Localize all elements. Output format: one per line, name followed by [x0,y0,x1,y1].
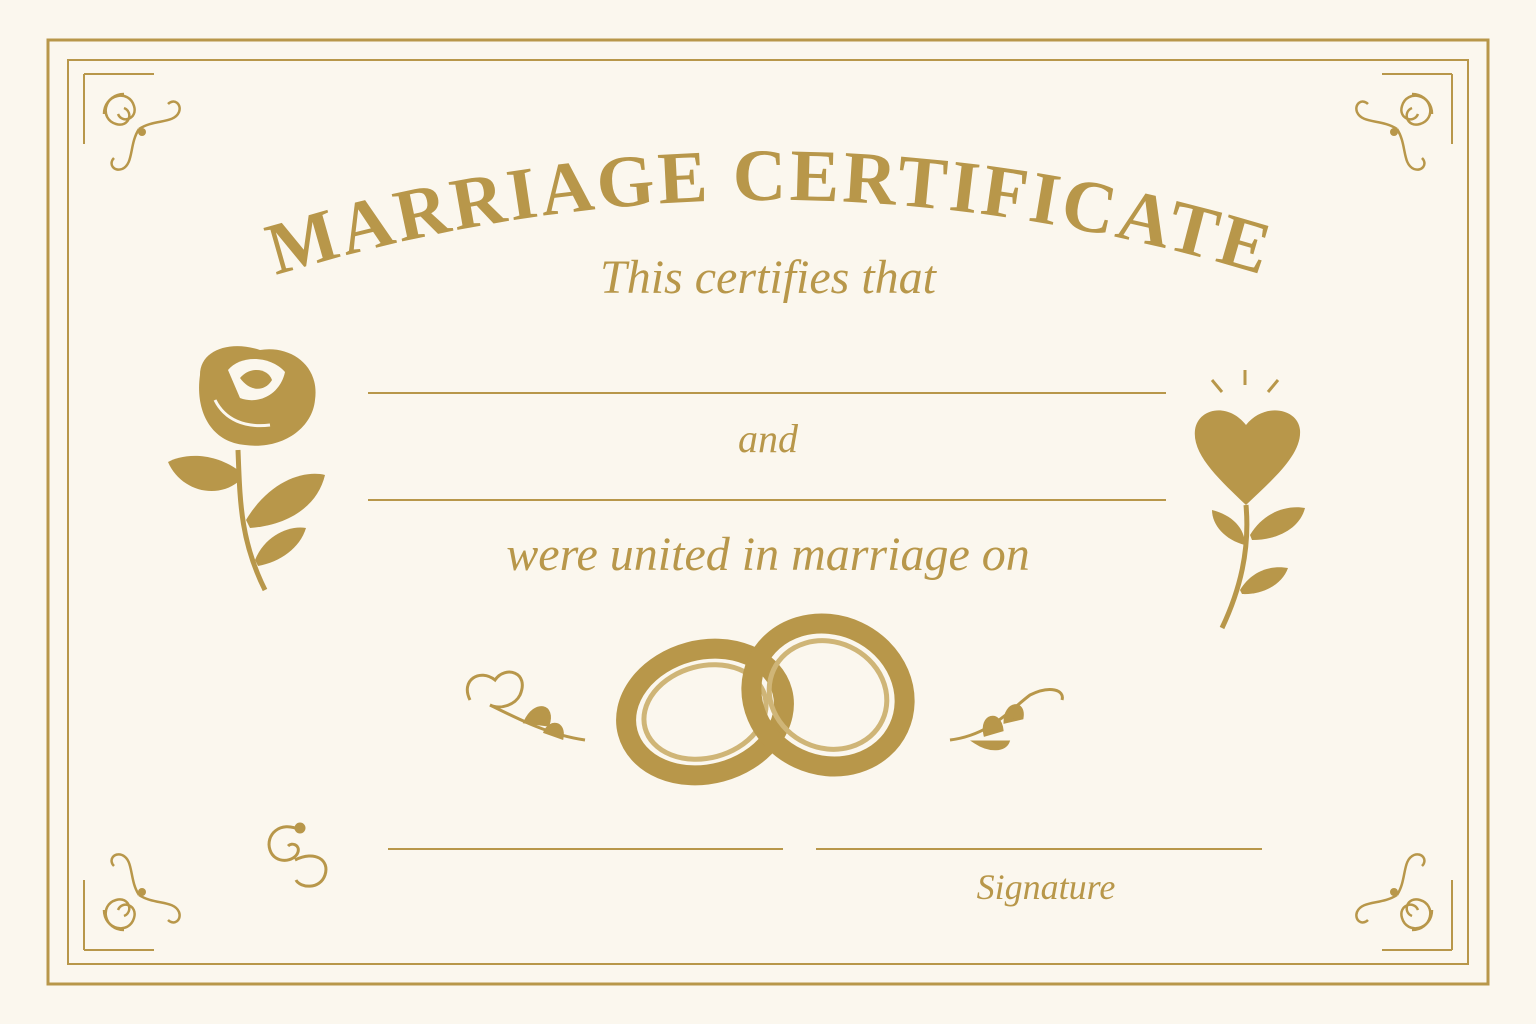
wedding-rings-icon [616,613,915,786]
partner-one-name-line [368,392,1166,394]
heart-flower-icon [1194,370,1305,630]
intro-text: This certifies that [600,251,936,304]
conjunction-text: and [738,416,798,461]
marriage-certificate: MARRIAGE CERTIFICATE This certifies that… [0,0,1536,1024]
swirl-ornament-icon [267,822,328,888]
corner-flourish-icon [82,853,181,952]
union-text: were united in marriage on [506,528,1030,581]
corner-flourish-icon [1355,853,1454,952]
signature-label: Signature [976,867,1116,907]
rose-icon [168,346,325,592]
partner-two-name-line [368,499,1166,501]
corner-flourish-icon [1355,72,1454,171]
corner-flourish-icon [82,72,181,171]
date-line [388,848,783,850]
small-flower-icon [465,670,586,742]
certificate-artwork: MARRIAGE CERTIFICATE [46,38,1490,986]
signature-line [816,848,1262,850]
leaf-sprig-icon [949,688,1064,751]
